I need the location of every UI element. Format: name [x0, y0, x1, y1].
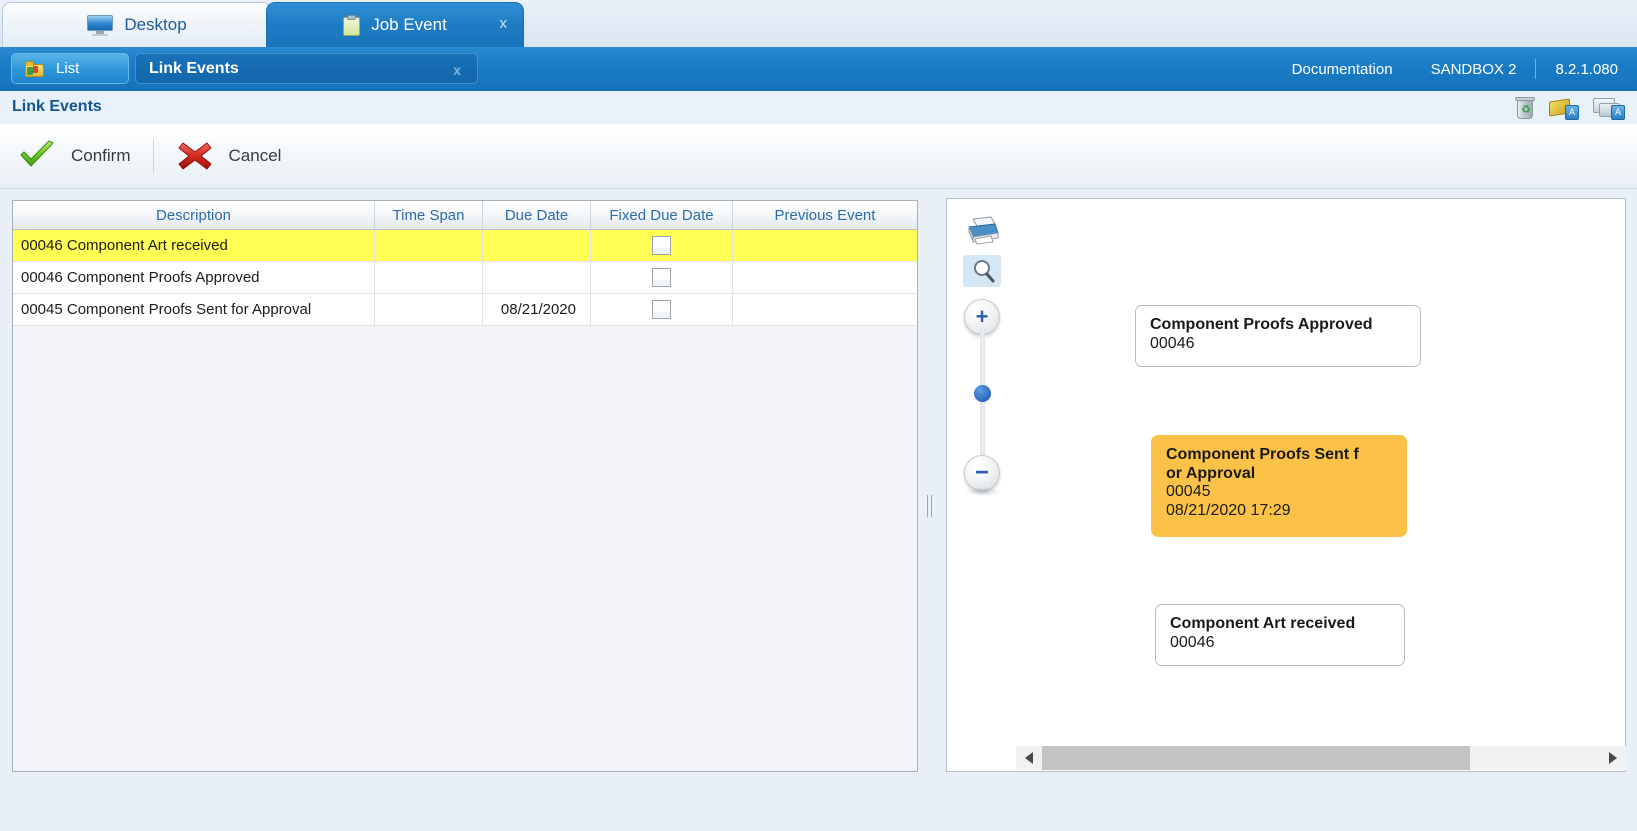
scrollbar-track[interactable]	[1042, 746, 1600, 770]
column-header-fixed-due-date[interactable]: Fixed Due Date	[591, 201, 733, 229]
cell-time-span	[375, 230, 483, 261]
cell-previous-event	[733, 294, 917, 325]
page-title: Link Events	[12, 98, 102, 115]
node-code: 00045	[1166, 483, 1211, 501]
cell-time-span	[375, 262, 483, 293]
tab-job-event-label: Job Event	[371, 15, 447, 34]
list-button[interactable]: List	[11, 53, 129, 84]
node-code: 00046	[1170, 633, 1215, 651]
column-header-due-date[interactable]: Due Date	[483, 201, 591, 229]
table-row[interactable]: 00046 Component Art received	[13, 230, 917, 262]
diagram-node-component-proofs-sent-for-approval[interactable]: Component Proofs Sent f or Approval 0004…	[1151, 435, 1407, 537]
app-header-bar: List Link Events x Documentation SANDBOX…	[0, 47, 1637, 91]
header-right-links: Documentation SANDBOX 2 8.2.1.080	[1273, 47, 1637, 91]
column-header-time-span[interactable]: Time Span	[375, 201, 483, 229]
cell-description: 00045 Component Proofs Sent for Approval	[13, 294, 375, 325]
cell-due-date	[483, 230, 591, 261]
cell-due-date	[483, 262, 591, 293]
confirm-button[interactable]: Confirm	[0, 140, 149, 172]
title-strip-angle	[0, 91, 1476, 124]
cell-fixed-due-date	[591, 262, 733, 293]
zoom-slider-thumb[interactable]	[974, 385, 991, 402]
folder-icon	[25, 60, 44, 77]
recycle-bin-icon[interactable]: ♻	[1515, 96, 1535, 120]
chevron-right-icon	[1609, 752, 1617, 764]
list-button-label: List	[56, 60, 80, 77]
cell-previous-event	[733, 262, 917, 293]
clipboard-icon	[343, 14, 361, 36]
zoom-out-button[interactable]: −	[964, 455, 1000, 491]
diagram-zoom-controls: + −	[959, 209, 1005, 499]
cancel-label: Cancel	[228, 146, 282, 165]
tab-desktop-label: Desktop	[124, 15, 187, 34]
event-diagram-panel: + − Component Proofs Approved 00046 Comp…	[946, 198, 1626, 772]
monitor-icon	[87, 14, 114, 36]
environment-label: SANDBOX 2	[1430, 60, 1517, 78]
node-title: Component Proofs Approved	[1150, 316, 1373, 333]
splitter-grip-icon[interactable]	[927, 495, 934, 517]
toolbar-divider	[152, 139, 154, 173]
diagram-horizontal-scrollbar[interactable]	[948, 746, 1626, 770]
node-timestamp: 08/21/2020 17:29	[1166, 501, 1291, 519]
cell-description: 00046 Component Proofs Approved	[13, 262, 375, 293]
screens-icon[interactable]	[1593, 96, 1625, 120]
node-title: Component Proofs Sent f or Approval	[1166, 446, 1359, 482]
column-header-previous-event[interactable]: Previous Event	[733, 201, 917, 229]
browser-tab-strip: Desktop Job Event x	[0, 0, 1637, 47]
tab-close-icon[interactable]: x	[500, 16, 508, 31]
subtab-label: Link Events	[149, 59, 239, 77]
version-label: 8.2.1.080	[1555, 60, 1618, 78]
scrollbar-left-gap	[948, 746, 1016, 770]
tab-job-event[interactable]: Job Event x	[266, 2, 524, 47]
table-row[interactable]: 00046 Component Proofs Approved	[13, 262, 917, 294]
magnifier-icon[interactable]	[963, 255, 1001, 287]
cell-fixed-due-date	[591, 294, 733, 325]
printer-icon[interactable]	[965, 215, 1001, 245]
grid-header-row: Description Time Span Due Date Fixed Due…	[13, 201, 917, 230]
column-header-description[interactable]: Description	[13, 201, 375, 229]
zoom-control-shadow	[964, 487, 1000, 496]
events-grid-panel: Description Time Span Due Date Fixed Due…	[12, 200, 918, 772]
cell-description: 00046 Component Art received	[13, 230, 375, 261]
cell-fixed-due-date	[591, 230, 733, 261]
fixed-due-date-checkbox[interactable]	[652, 236, 671, 255]
cell-previous-event	[733, 230, 917, 261]
fixed-due-date-checkbox[interactable]	[652, 268, 671, 287]
scroll-left-button[interactable]	[1016, 746, 1042, 770]
cell-time-span	[375, 294, 483, 325]
cancel-button[interactable]: Cancel	[158, 140, 300, 172]
scroll-right-button[interactable]	[1600, 746, 1626, 770]
diagram-node-component-art-received[interactable]: Component Art received 00046	[1155, 604, 1405, 666]
table-row[interactable]: 00045 Component Proofs Sent for Approval…	[13, 294, 917, 326]
subtab-link-events[interactable]: Link Events x	[135, 53, 478, 84]
node-title: Component Art received	[1170, 615, 1356, 632]
documentation-link[interactable]: Documentation	[1273, 61, 1412, 78]
fixed-due-date-checkbox[interactable]	[652, 300, 671, 319]
tab-desktop[interactable]: Desktop	[2, 2, 272, 47]
chevron-left-icon	[1025, 752, 1033, 764]
panel-splitter[interactable]	[920, 200, 942, 772]
book-icon[interactable]	[1549, 96, 1579, 120]
close-x-icon	[176, 140, 214, 172]
node-code: 00046	[1150, 334, 1195, 352]
page-title-strip: Link Events ♻	[0, 91, 1637, 124]
header-icon-group: ♻	[1515, 96, 1625, 120]
diagram-node-component-proofs-approved[interactable]: Component Proofs Approved 00046	[1135, 305, 1421, 367]
subtab-close-icon[interactable]: x	[453, 62, 461, 78]
confirm-label: Confirm	[71, 146, 131, 165]
scrollbar-thumb[interactable]	[1042, 746, 1470, 770]
check-icon	[18, 140, 56, 172]
cell-due-date: 08/21/2020	[483, 294, 591, 325]
action-toolbar: Confirm Cancel	[0, 124, 1637, 189]
